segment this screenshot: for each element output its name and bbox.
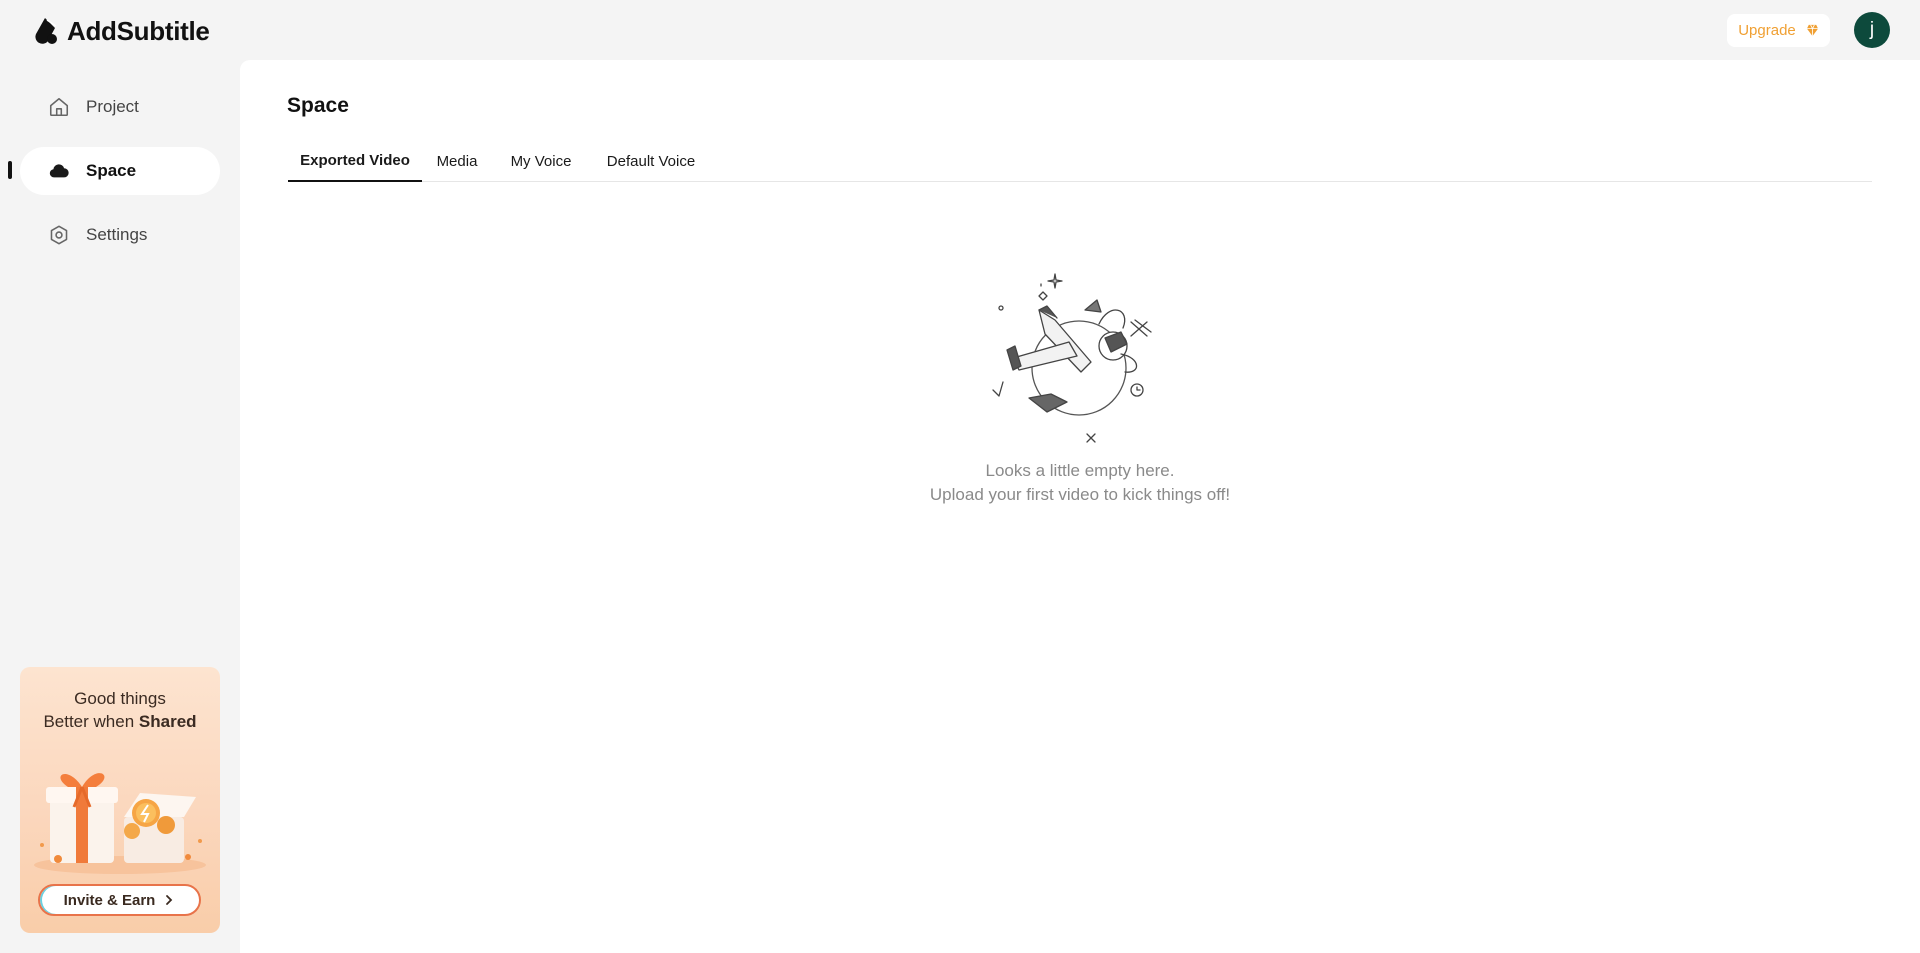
promo-line-2: Better when Shared [20,710,220,733]
empty-state-illustration [992,273,1152,443]
tab-my-voice[interactable]: My Voice [492,140,590,182]
page-title: Space [287,94,349,117]
tab-media[interactable]: Media [422,140,492,182]
sidebar-item-settings[interactable]: Settings [20,211,220,259]
logo-mark-icon [35,18,57,44]
home-icon [49,97,69,117]
sidebar-item-label: Space [86,161,137,180]
upgrade-label: Upgrade [1738,22,1796,39]
sidebar: Project Space Settings Good things Bette… [0,60,240,953]
sidebar-item-label: Project [86,97,139,116]
promo-line-2-prefix: Better when [43,712,135,731]
app-logo[interactable]: AddSubtitle [31,14,210,48]
tab-default-voice[interactable]: Default Voice [590,140,712,182]
diamond-icon [1806,24,1818,37]
gift-box-illustration [34,773,206,874]
active-indicator [8,161,12,179]
promo-title: Good things Better when Shared [20,687,220,733]
upgrade-button[interactable]: Upgrade [1727,14,1830,47]
app-root: AddSubtitle Upgrade j Project Space Sett… [0,0,1920,953]
chevron-right-icon [166,895,173,905]
sidebar-item-space[interactable]: Space [20,147,220,195]
referral-promo-card[interactable]: Good things Better when Shared Invite & … [20,667,220,933]
invite-earn-label: Invite & Earn [63,891,156,909]
gear-icon [50,225,68,245]
user-avatar[interactable]: j [1854,12,1890,48]
invite-earn-button[interactable]: Invite & Earn [38,884,201,916]
sidebar-item-label: Settings [86,225,148,244]
tab-bar: Exported Video Media My Voice Default Vo… [288,140,1872,182]
cloud-icon [49,164,69,178]
empty-state-title: Looks a little empty here. [985,461,1175,480]
top-header: AddSubtitle Upgrade j [0,0,1920,60]
empty-state-subtitle: Upload your first video to kick things o… [929,485,1231,504]
sidebar-item-project[interactable]: Project [20,83,220,131]
app-name: AddSubtitle [67,15,210,46]
main-content: Space Exported Video Media My Voice Defa… [240,60,1920,953]
tab-exported-video[interactable]: Exported Video [288,140,422,182]
promo-line-2-bold: Shared [138,712,197,731]
promo-line-1: Good things [74,689,166,708]
